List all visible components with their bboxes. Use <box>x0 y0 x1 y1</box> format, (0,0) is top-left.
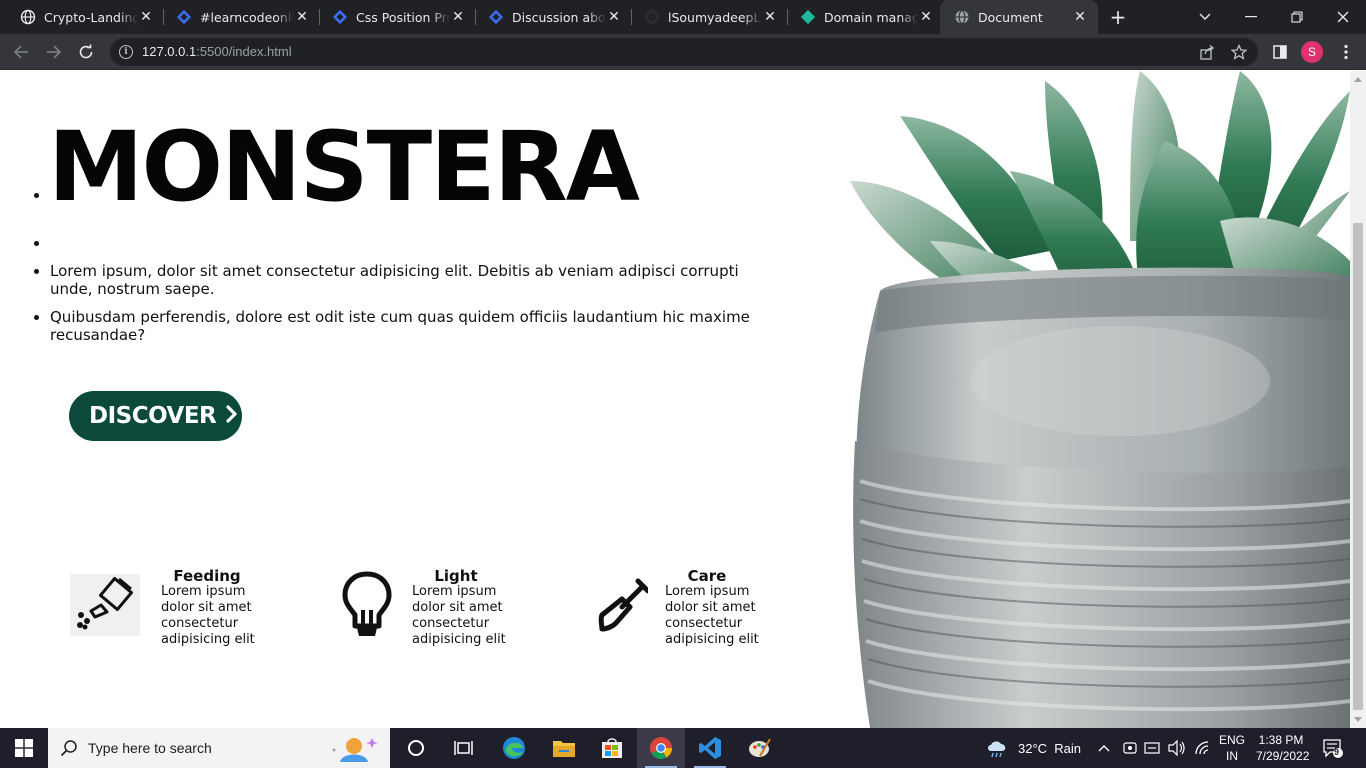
microsoft-store-icon[interactable] <box>588 728 636 768</box>
tab-domain-manager[interactable]: Domain manager ✕ <box>780 0 944 34</box>
paint-icon[interactable] <box>736 728 784 768</box>
side-panel-icon[interactable] <box>1268 40 1292 64</box>
search-icon <box>60 739 78 761</box>
github-icon <box>644 9 660 25</box>
tab-css-position[interactable]: Css Position Property ✕ <box>312 0 476 34</box>
page-viewport: MONSTERA Lorem ipsum, dolor sit amet con… <box>0 71 1350 728</box>
feature-title: Care <box>687 567 727 585</box>
feature-light: Light Lorem ipsum dolor sit amet consect… <box>332 567 532 657</box>
windows-start-icon[interactable] <box>0 728 48 768</box>
light-bulb-icon <box>332 571 402 636</box>
globe-icon <box>20 9 36 25</box>
profile-avatar[interactable]: S <box>1301 41 1323 63</box>
back-arrow-icon[interactable] <box>9 40 33 64</box>
feature-text: Lorem ipsum dolor sit amet consectetur a… <box>161 584 255 647</box>
close-tab-icon[interactable]: ✕ <box>1072 9 1088 25</box>
feature-feeding: Feeding Lorem ipsum dolor sit amet conse… <box>70 567 270 657</box>
search-highlight-icon[interactable] <box>326 732 380 768</box>
close-window-button[interactable] <box>1320 0 1366 34</box>
discover-button[interactable]: DISCOVER <box>69 391 242 441</box>
tab-search-chevron-icon[interactable] <box>1182 0 1228 34</box>
address-bar[interactable]: i 127.0.0.1:5500/index.html <box>110 38 1258 66</box>
rain-cloud-icon <box>986 738 1008 758</box>
chrome-icon[interactable] <box>637 728 685 768</box>
close-tab-icon[interactable]: ✕ <box>138 9 154 25</box>
teal-diamond-icon <box>800 9 816 25</box>
scrollbar-thumb[interactable] <box>1353 223 1363 710</box>
weather-text: 32°C Rain <box>1018 740 1082 756</box>
clock[interactable]: 1:38 PM 7/29/2022 <box>1256 732 1309 764</box>
page-scrollbar[interactable] <box>1350 71 1366 728</box>
cortana-icon[interactable] <box>392 728 440 768</box>
feature-title: Feeding <box>173 567 241 585</box>
input-method-icon[interactable] <box>1144 728 1160 768</box>
feature-text: Lorem ipsum dolor sit amet consectetur a… <box>412 584 506 647</box>
tab-crypto-landing[interactable]: Crypto-Landing-Page ✕ <box>0 0 164 34</box>
vscode-icon[interactable] <box>686 728 734 768</box>
discover-label: DISCOVER <box>89 403 217 429</box>
minimize-button[interactable] <box>1228 0 1274 34</box>
discord-diamond-icon <box>332 9 348 25</box>
scroll-up-arrow-icon[interactable] <box>1354 77 1362 82</box>
close-tab-icon[interactable]: ✕ <box>606 9 622 25</box>
watering-can-icon <box>70 574 140 636</box>
feature-text: Lorem ipsum dolor sit amet consectetur a… <box>665 584 759 647</box>
discord-diamond-icon <box>176 9 192 25</box>
bookmark-star-icon[interactable] <box>1230 43 1248 61</box>
scroll-down-arrow-icon[interactable] <box>1354 717 1362 722</box>
share-icon[interactable] <box>1198 43 1216 61</box>
hero-title-item: MONSTERA <box>48 111 770 234</box>
close-tab-icon[interactable]: ✕ <box>918 9 934 25</box>
browser-tab-strip: Crypto-Landing-Page ✕ #learncodeonline ✕… <box>0 0 1366 34</box>
shovel-icon <box>585 574 655 636</box>
edge-icon[interactable] <box>490 728 538 768</box>
page-title: MONSTERA <box>48 111 640 223</box>
url-text[interactable]: 127.0.0.1:5500/index.html <box>142 44 292 59</box>
task-view-icon[interactable] <box>440 728 488 768</box>
feature-title: Light <box>434 567 478 585</box>
tab-discussion[interactable]: Discussion about ✕ <box>468 0 632 34</box>
taskbar-search-box[interactable]: Type here to search <box>48 728 390 768</box>
notification-center-icon[interactable]: 9 <box>1322 728 1344 768</box>
feature-care: Care Lorem ipsum dolor sit amet consecte… <box>585 567 785 657</box>
browser-toolbar: i 127.0.0.1:5500/index.html S <box>0 34 1366 70</box>
windows-taskbar: Type here to search 32°C Rain ENG IN 1:3… <box>0 728 1366 768</box>
hero-list: MONSTERA Lorem ipsum, dolor sit amet con… <box>48 71 770 344</box>
close-tab-icon[interactable]: ✕ <box>450 9 466 25</box>
new-tab-button[interactable]: + <box>1108 7 1128 27</box>
close-tab-icon[interactable]: ✕ <box>294 9 310 25</box>
volume-icon[interactable] <box>1168 728 1186 768</box>
discord-diamond-icon <box>488 9 504 25</box>
notification-count: 9 <box>1334 747 1340 757</box>
tab-learncodeonline[interactable]: #learncodeonline ✕ <box>156 0 320 34</box>
weather-widget[interactable]: 32°C Rain <box>986 728 1081 768</box>
restore-button[interactable] <box>1274 0 1320 34</box>
tab-github[interactable]: lSoumyadeepLah ✕ <box>624 0 788 34</box>
chevron-right-icon <box>226 404 238 429</box>
menu-kebab-icon[interactable] <box>1334 40 1358 64</box>
network-icon[interactable] <box>1194 728 1210 768</box>
hero-paragraph-1: Lorem ipsum, dolor sit amet consectetur … <box>50 262 770 298</box>
show-hidden-icons-chevron-icon[interactable] <box>1098 728 1110 768</box>
reload-icon[interactable] <box>74 40 98 64</box>
forward-arrow-icon[interactable] <box>42 40 66 64</box>
language-indicator[interactable]: ENG IN <box>1218 732 1246 764</box>
close-tab-icon[interactable]: ✕ <box>762 9 778 25</box>
globe-icon <box>954 9 970 25</box>
file-explorer-icon[interactable] <box>540 728 588 768</box>
empty-list-item <box>50 234 770 252</box>
tab-document[interactable]: Document ✕ <box>940 0 1098 34</box>
succulent-pot-image <box>850 71 1350 728</box>
onedrive-status-icon[interactable] <box>1122 728 1138 768</box>
site-info-icon[interactable]: i <box>119 45 133 59</box>
hero-paragraph-2: Quibusdam perferendis, dolore est odit i… <box>50 308 770 344</box>
